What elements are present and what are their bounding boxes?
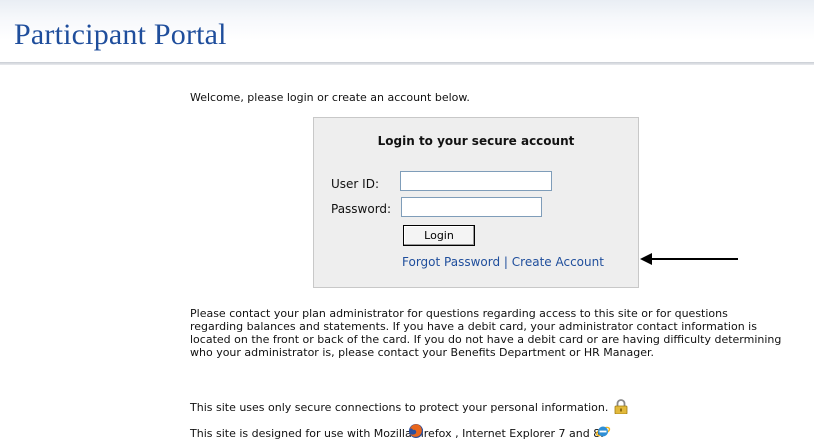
userid-input[interactable] — [400, 171, 552, 191]
create-account-link[interactable]: Create Account — [512, 255, 604, 269]
login-heading: Login to your secure account — [377, 134, 575, 148]
arrow-left-icon — [640, 253, 738, 265]
internet-explorer-icon — [595, 426, 611, 437]
browser-support-text: This site is designed for use with Mozil… — [190, 427, 604, 440]
firefox-icon — [409, 424, 423, 438]
browser-support-line: This site is designed for use with Mozil… — [190, 427, 604, 440]
login-box: Login to your secure account User ID: Pa… — [313, 117, 639, 288]
padlock-icon — [614, 399, 628, 414]
login-button[interactable]: Login — [403, 225, 475, 246]
account-links: Forgot Password | Create Account — [402, 255, 604, 269]
password-input[interactable] — [401, 197, 542, 217]
forgot-password-link[interactable]: Forgot Password — [402, 255, 500, 269]
page-title: Participant Portal — [14, 18, 227, 51]
info-paragraph: Please contact your plan administrator f… — [190, 307, 782, 359]
link-separator: | — [503, 255, 508, 269]
header-divider — [0, 62, 814, 65]
welcome-text: Welcome, please login or create an accou… — [190, 91, 470, 104]
password-label: Password: — [331, 202, 392, 216]
userid-label: User ID: — [331, 177, 379, 191]
secure-connection-text: This site uses only secure connections t… — [190, 401, 609, 414]
secure-connection-line: This site uses only secure connections t… — [190, 399, 628, 414]
